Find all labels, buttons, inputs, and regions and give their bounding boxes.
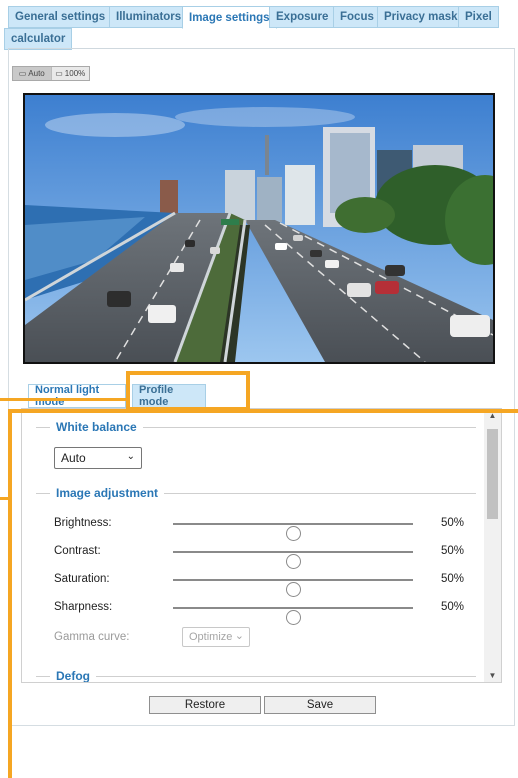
camera-scene-image bbox=[25, 95, 493, 362]
tab-privacy-mask[interactable]: Privacy mask bbox=[377, 6, 465, 28]
contrast-slider-knob[interactable] bbox=[286, 554, 301, 569]
white-balance-heading: White balance bbox=[50, 420, 143, 434]
gamma-curve-row: Gamma curve: Optimize ⌄ bbox=[54, 627, 304, 649]
profile-mode-callout-line bbox=[0, 398, 128, 401]
chevron-down-icon: ⌄ bbox=[234, 630, 244, 642]
camera-live-view bbox=[23, 93, 495, 364]
saturation-slider-knob[interactable] bbox=[286, 582, 301, 597]
tab-image-settings[interactable]: Image settings bbox=[182, 6, 277, 29]
gamma-curve-label: Gamma curve: bbox=[54, 631, 130, 643]
image-adjustment-heading-row: Image adjustment bbox=[36, 486, 476, 500]
white-balance-heading-row: White balance bbox=[36, 420, 476, 434]
settings-callout-tick bbox=[0, 497, 12, 500]
tab-exposure[interactable]: Exposure bbox=[269, 6, 336, 28]
settings-scrollbar[interactable]: ▲ ▼ bbox=[484, 409, 501, 682]
saturation-value: 50% bbox=[440, 573, 464, 585]
view-100-button[interactable]: ▭ 100% bbox=[52, 67, 90, 80]
tab-focus[interactable]: Focus bbox=[333, 6, 381, 28]
view-auto-button[interactable]: ▭ Auto bbox=[13, 67, 52, 80]
restore-button[interactable]: Restore bbox=[149, 696, 261, 714]
scroll-down-icon[interactable]: ▼ bbox=[484, 671, 501, 680]
white-balance-select[interactable]: Auto ⌄ bbox=[54, 447, 142, 469]
settings-callout-left bbox=[8, 409, 12, 778]
gamma-curve-select[interactable]: Optimize ⌄ bbox=[182, 627, 250, 647]
tab-normal-light-mode-label: Normal light mode bbox=[35, 384, 100, 408]
contrast-value: 50% bbox=[440, 545, 464, 557]
actual-size-icon: ▭ bbox=[55, 69, 63, 78]
sharpness-label: Sharpness: bbox=[54, 601, 113, 613]
scrollbar-thumb[interactable] bbox=[487, 429, 498, 519]
tab-general-settings[interactable]: General settings bbox=[8, 6, 113, 28]
image-adjustment-heading: Image adjustment bbox=[50, 486, 165, 500]
sharpness-row: Sharpness: 50% bbox=[54, 597, 464, 625]
view-size-toggle: ▭ Auto ▭ 100% bbox=[12, 66, 90, 81]
brightness-row: Brightness: 50% bbox=[54, 513, 464, 541]
white-balance-value: Auto bbox=[61, 451, 86, 465]
fit-window-icon: ▭ bbox=[18, 69, 27, 78]
section-divider bbox=[36, 676, 476, 677]
contrast-row: Contrast: 50% bbox=[54, 541, 464, 569]
settings-callout-top bbox=[8, 409, 518, 413]
gamma-curve-value: Optimize bbox=[189, 631, 233, 643]
brightness-slider-knob[interactable] bbox=[286, 526, 301, 541]
tab-divider bbox=[8, 48, 515, 49]
chevron-down-icon: ⌄ bbox=[126, 451, 135, 462]
view-100-label: 100% bbox=[64, 69, 86, 78]
saturation-label: Saturation: bbox=[54, 573, 110, 585]
saturation-slider[interactable] bbox=[173, 579, 413, 597]
tab-illuminators[interactable]: Illuminators bbox=[109, 6, 189, 28]
tab-normal-light-mode[interactable]: Normal light mode bbox=[28, 384, 126, 408]
tab-calculator[interactable]: calculator bbox=[4, 28, 73, 50]
brightness-slider[interactable] bbox=[173, 523, 413, 541]
view-auto-label: Auto bbox=[28, 69, 45, 78]
brightness-label: Brightness: bbox=[54, 517, 112, 529]
sharpness-slider[interactable] bbox=[173, 607, 413, 625]
contrast-slider[interactable] bbox=[173, 551, 413, 569]
saturation-row: Saturation: 50% bbox=[54, 569, 464, 597]
sharpness-slider-knob[interactable] bbox=[286, 610, 301, 625]
sharpness-value: 50% bbox=[440, 601, 464, 613]
save-button[interactable]: Save bbox=[264, 696, 376, 714]
defog-heading-row: Defog bbox=[36, 669, 476, 682]
contrast-label: Contrast: bbox=[54, 545, 101, 557]
defog-heading: Defog bbox=[50, 669, 96, 682]
profile-mode-callout-box bbox=[126, 371, 250, 411]
brightness-value: 50% bbox=[440, 517, 464, 529]
tab-pixel[interactable]: Pixel bbox=[458, 6, 499, 28]
profile-settings-box[interactable]: White balance Auto ⌄ Image adjustment Br… bbox=[21, 408, 502, 683]
